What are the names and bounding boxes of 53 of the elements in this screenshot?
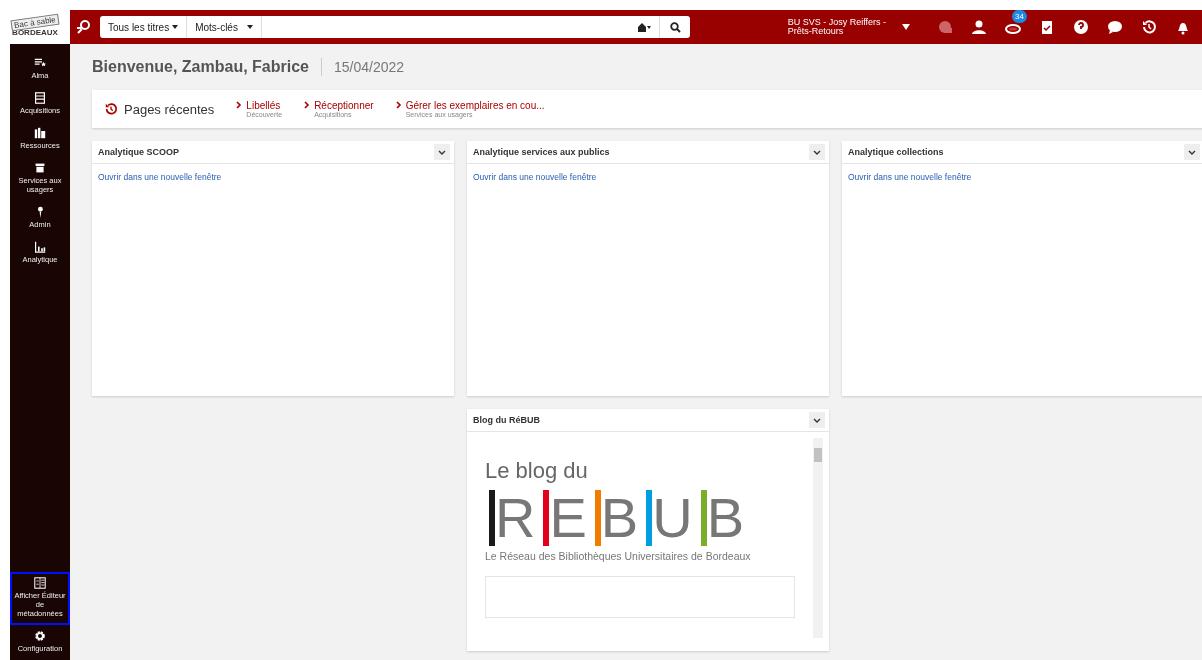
gear-icon bbox=[34, 630, 46, 642]
scope-dropdown[interactable]: Tous les titres bbox=[100, 16, 188, 38]
document-icon bbox=[34, 577, 46, 589]
person-search-icon[interactable] bbox=[76, 19, 92, 35]
open-link[interactable]: Ouvrir dans une nouvelle fenêtre bbox=[842, 164, 978, 190]
collapse-button[interactable] bbox=[1184, 144, 1200, 160]
chat-icon bbox=[1107, 19, 1123, 35]
books-icon bbox=[34, 127, 46, 139]
open-link[interactable]: Ouvrir dans une nouvelle fenêtre bbox=[467, 164, 603, 190]
history-icon bbox=[104, 102, 118, 116]
search-field[interactable]: Tous les titres Mots-clés bbox=[100, 16, 690, 38]
widget-title: Analytique services aux publics bbox=[473, 147, 610, 157]
caret-icon bbox=[172, 25, 179, 29]
chevron-icon bbox=[813, 149, 821, 155]
logo-letter: E bbox=[543, 490, 587, 546]
collapse-button[interactable] bbox=[809, 144, 825, 160]
user-icon bbox=[971, 19, 987, 35]
widget-title: Blog du RéBUB bbox=[473, 415, 540, 425]
chevron-icon bbox=[813, 417, 821, 423]
box-icon bbox=[34, 162, 46, 174]
blog-subtitle: Le Réseau des Bibliothèques Universitaires de Bordeaux bbox=[485, 550, 752, 562]
caret-icon bbox=[246, 25, 253, 29]
logo-letter: U bbox=[646, 490, 693, 546]
bar-chart-icon bbox=[34, 241, 46, 253]
widget-title: Analytique collections bbox=[848, 147, 944, 157]
blog-heading: Le blog du bbox=[485, 458, 589, 484]
scrollbar[interactable] bbox=[813, 438, 823, 638]
widget-title: Analytique SCOOP bbox=[98, 147, 179, 157]
chevron-icon bbox=[1188, 149, 1196, 155]
field-dropdown[interactable]: Mots-clés bbox=[187, 16, 262, 38]
chevron-icon bbox=[395, 101, 402, 109]
section-title: Pages récentes bbox=[124, 101, 215, 117]
collapse-button[interactable] bbox=[434, 144, 450, 160]
clipboard-icon bbox=[1039, 19, 1055, 35]
logo-letter: R bbox=[489, 490, 536, 546]
history-icon bbox=[1141, 19, 1157, 35]
chevron-icon bbox=[438, 149, 446, 155]
logo-letter: B bbox=[700, 490, 744, 546]
welcome-title: Bienvenue, Zambau, Fabrice bbox=[92, 58, 322, 76]
collapse-button[interactable] bbox=[809, 412, 825, 428]
logo-letter: B bbox=[594, 490, 639, 546]
date-text: 15/04/2022 bbox=[332, 59, 405, 75]
count-badge: 34 bbox=[1012, 10, 1027, 23]
open-link[interactable]: Ouvrir dans une nouvelle fenêtre bbox=[92, 164, 228, 190]
list-star-icon bbox=[34, 57, 46, 69]
caret-icon[interactable] bbox=[902, 24, 910, 30]
user-menu[interactable]: BU SVS - Josy Reiffers - Prêts-Retours bbox=[787, 18, 886, 36]
search-icon bbox=[669, 21, 681, 33]
help-icon bbox=[1073, 19, 1089, 35]
ledger-icon bbox=[34, 92, 46, 104]
chevron-icon bbox=[304, 101, 311, 109]
chevron-icon bbox=[236, 101, 243, 109]
home-icon bbox=[637, 22, 651, 32]
